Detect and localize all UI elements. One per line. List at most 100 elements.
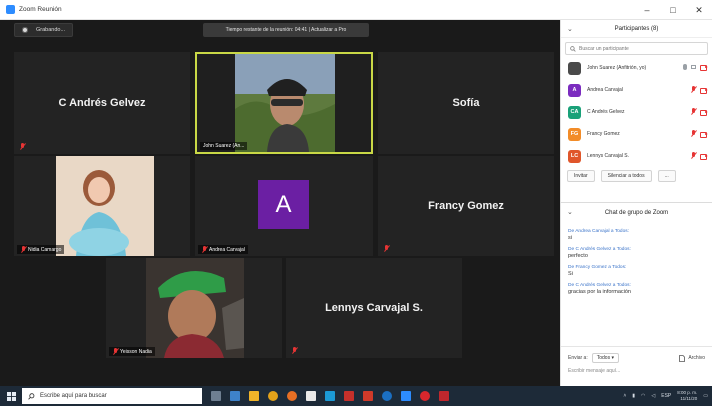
participant-avatar-photo bbox=[568, 61, 581, 75]
participant-avatar: CA bbox=[568, 105, 581, 119]
participant-row[interactable]: A Andrea Carvajal bbox=[561, 79, 712, 101]
video-tile-lennys[interactable]: Lennys Carvajal S. bbox=[286, 258, 462, 358]
mute-all-button[interactable]: Silenciar a todos bbox=[600, 170, 652, 182]
video-tile-andrea[interactable]: A Andrea Carvajal bbox=[195, 156, 373, 256]
chat-title: Chat de grupo de Zoom bbox=[604, 210, 669, 216]
chevron-up-icon[interactable]: ˄ bbox=[623, 393, 626, 399]
send-to-select[interactable]: Todos ▾ bbox=[591, 353, 619, 363]
video-tile-sofia[interactable]: Sofía bbox=[378, 52, 554, 154]
app-powerpoint-icon[interactable] bbox=[363, 391, 373, 401]
mic-muted-icon bbox=[690, 86, 696, 93]
video-tile-john[interactable]: John Suarez (An... bbox=[195, 52, 373, 154]
mic-muted-icon bbox=[112, 348, 118, 355]
meeting-gallery: Grabando... Tiempo restante de la reunió… bbox=[0, 20, 560, 386]
participant-label: Yeisson Nadia bbox=[109, 347, 155, 356]
chat-message: De Andrea Carvajal a Todos: si bbox=[561, 229, 712, 241]
chat-message: De C Andrés Gelvez a Todos: gracias por … bbox=[561, 283, 712, 295]
participant-row[interactable]: John Suarez (Anfitrión, yo) bbox=[561, 57, 712, 79]
close-button[interactable]: ✕ bbox=[686, 0, 712, 20]
chat-message: De Francy Gomez a Todos: Si bbox=[561, 265, 712, 277]
video-off-icon bbox=[700, 64, 708, 71]
chrome-icon[interactable] bbox=[268, 391, 278, 401]
video-tile-nidia[interactable]: Nidia Camargo bbox=[14, 156, 190, 256]
window-title: Zoom Reunión bbox=[19, 6, 62, 13]
folder-icon[interactable] bbox=[249, 391, 259, 401]
mic-muted-icon bbox=[383, 245, 389, 252]
mail-icon[interactable] bbox=[325, 391, 335, 401]
mic-muted-icon bbox=[690, 130, 696, 137]
mic-icon bbox=[683, 64, 687, 70]
acrobat-icon[interactable] bbox=[439, 391, 449, 401]
windows-logo-icon bbox=[6, 391, 16, 401]
message-sender: De Francy Gomez a Todos: bbox=[568, 265, 627, 270]
chat-header: ⌄ Chat de grupo de Zoom bbox=[561, 203, 712, 223]
search-icon bbox=[28, 392, 35, 400]
send-to-label: Enviar a: bbox=[568, 355, 588, 361]
participant-search-input[interactable]: Buscar un participante bbox=[565, 42, 708, 55]
task-view-icon[interactable] bbox=[211, 391, 221, 401]
video-off-icon bbox=[700, 131, 708, 138]
mic-muted-icon bbox=[690, 152, 696, 159]
video-off-icon bbox=[700, 153, 708, 160]
video-tile-francy[interactable]: Francy Gomez bbox=[378, 156, 554, 256]
clock[interactable]: 8:00 p. m. 11/11/20 bbox=[677, 390, 697, 402]
participant-video bbox=[14, 156, 190, 256]
video-tile-andres[interactable]: C Andrés Gelvez bbox=[14, 52, 190, 154]
time-remaining-banner[interactable]: Tiempo restante de la reunión: 04:41 | A… bbox=[203, 23, 369, 37]
maximize-button[interactable]: □ bbox=[660, 0, 686, 20]
language-indicator[interactable]: ESP bbox=[661, 393, 671, 399]
participant-name: Francy Gomez bbox=[428, 200, 504, 212]
collapse-icon[interactable]: ⌄ bbox=[567, 25, 573, 33]
participants-header: ⌄ Participantes (8) bbox=[561, 20, 712, 38]
participant-video bbox=[106, 258, 282, 358]
notifications-icon[interactable]: ▭ bbox=[703, 393, 708, 399]
record-icon bbox=[22, 27, 28, 33]
volume-icon[interactable]: ◁ bbox=[651, 393, 655, 399]
participants-actions: Invitar Silenciar a todos ... bbox=[561, 167, 712, 182]
participant-avatar: FG bbox=[568, 127, 581, 141]
mic-muted-icon bbox=[291, 347, 297, 354]
app-red-icon[interactable] bbox=[344, 391, 354, 401]
chat-message: De C Andrés Gelvez a Todos: perfecto bbox=[561, 247, 712, 259]
window-controls: – □ ✕ bbox=[634, 0, 712, 20]
edge-icon[interactable] bbox=[382, 391, 392, 401]
more-button[interactable]: ... bbox=[657, 170, 676, 182]
video-off-icon bbox=[700, 87, 708, 94]
invite-button[interactable]: Invitar bbox=[567, 170, 595, 182]
battery-icon[interactable]: ▮ bbox=[632, 393, 635, 399]
message-text: perfecto bbox=[568, 253, 588, 259]
taskbar-search[interactable]: Escribe aquí para buscar bbox=[22, 388, 202, 404]
windows-start-button[interactable] bbox=[0, 386, 22, 406]
message-sender: De C Andrés Gelvez a Todos: bbox=[568, 247, 631, 252]
participant-row[interactable]: LC Lennys Carvajal S. bbox=[561, 145, 712, 167]
recording-label: Grabando... bbox=[36, 27, 66, 33]
opera-icon[interactable] bbox=[420, 391, 430, 401]
file-explorer-icon[interactable] bbox=[230, 391, 240, 401]
participant-name: Lennys Carvajal S. bbox=[325, 302, 423, 314]
zoom-app-icon bbox=[6, 5, 15, 14]
mic-muted-icon bbox=[19, 143, 25, 150]
store-icon[interactable] bbox=[306, 391, 316, 401]
message-sender: De Andrea Carvajal a Todos: bbox=[568, 229, 629, 234]
zoom-taskbar-icon[interactable] bbox=[401, 391, 411, 401]
minimize-button[interactable]: – bbox=[634, 0, 660, 20]
message-text: si bbox=[568, 235, 572, 241]
participant-label: Andrea Carvajal bbox=[198, 245, 248, 254]
message-text: Si bbox=[568, 271, 573, 277]
participant-row[interactable]: FG Francy Gomez bbox=[561, 123, 712, 145]
taskbar: Escribe aquí para buscar ˄ ▮ ◠ ◁ ESP 8:0… bbox=[0, 386, 712, 406]
collapse-icon[interactable]: ⌄ bbox=[567, 208, 573, 216]
search-placeholder: Buscar un participante bbox=[579, 45, 629, 52]
file-button[interactable]: Archivo bbox=[679, 354, 705, 362]
participants-title: Participantes (8) bbox=[614, 25, 659, 32]
recording-indicator[interactable]: Grabando... bbox=[14, 23, 74, 37]
wifi-icon[interactable]: ◠ bbox=[641, 393, 645, 399]
participant-avatar: LC bbox=[568, 149, 581, 163]
chat-input[interactable]: Escribir mensaje aquí... bbox=[561, 363, 712, 379]
file-icon bbox=[679, 354, 686, 362]
video-tile-yeisson[interactable]: Yeisson Nadia bbox=[106, 258, 282, 358]
participant-avatar: A bbox=[258, 180, 309, 229]
participant-name: C Andrés Gelvez bbox=[58, 97, 146, 109]
participant-row[interactable]: CA C Andrés Gelvez bbox=[561, 101, 712, 123]
firefox-icon[interactable] bbox=[287, 391, 297, 401]
